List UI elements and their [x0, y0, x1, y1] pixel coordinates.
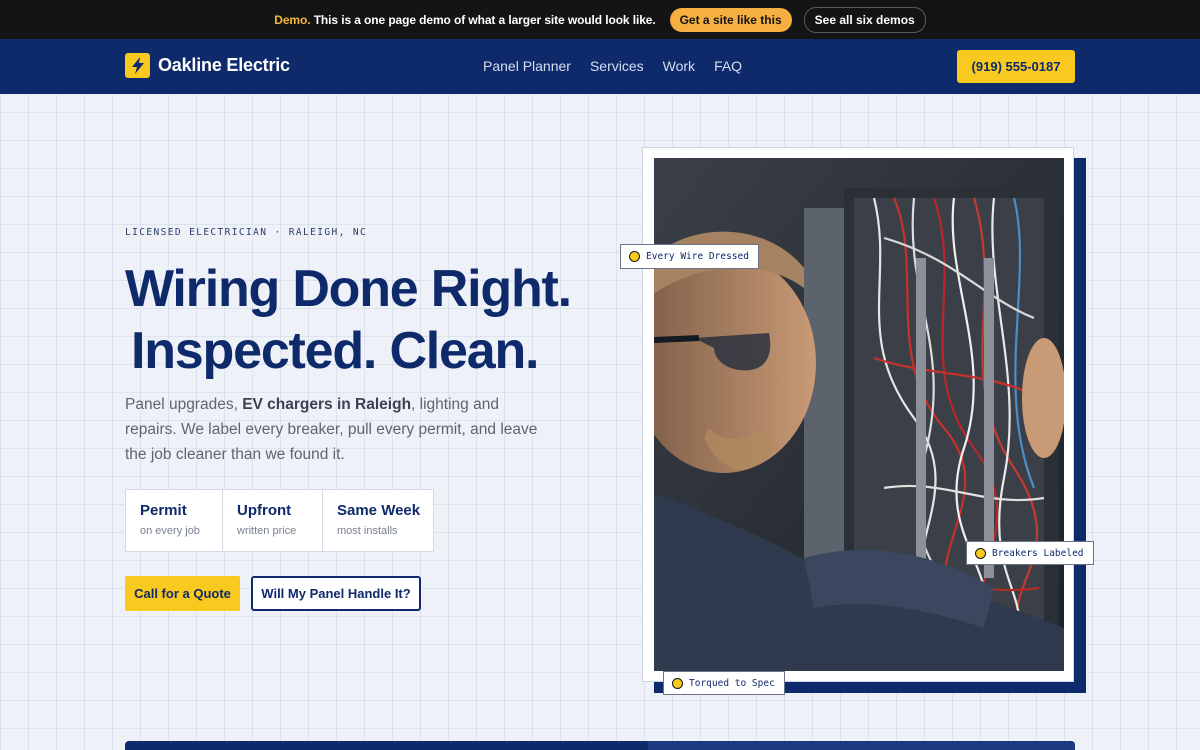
hero-photo-frame — [642, 147, 1074, 682]
demo-banner-text: Demo. This is a one page demo of what a … — [274, 12, 656, 27]
stat-same-week: Same Week most installs — [323, 490, 433, 551]
hero-stats: Permit on every job Upfront written pric… — [125, 489, 434, 552]
headline-line-2: Inspected. Clean. — [125, 320, 571, 382]
nav-link-faq[interactable]: FAQ — [714, 58, 742, 74]
headline-highlight-text: Inspected. — [131, 322, 377, 380]
call-for-quote-button[interactable]: Call for a Quote — [125, 576, 240, 611]
phone-button[interactable]: (919) 555-0187 — [957, 50, 1075, 83]
tag-label: Every Wire Dressed — [646, 251, 749, 262]
hero-eyebrow: LICENSED ELECTRICIAN · RALEIGH, NC — [125, 227, 368, 238]
dot-icon — [975, 547, 986, 559]
get-a-site-button[interactable]: Get a site like this — [669, 7, 792, 32]
next-section-strip — [125, 741, 1075, 750]
nav-link-services[interactable]: Services — [590, 58, 644, 74]
stat-title: Same Week — [337, 502, 421, 519]
electrician-photo — [654, 158, 1064, 671]
lede-text-1: Panel upgrades, — [125, 396, 243, 413]
nav-link-panel-planner[interactable]: Panel Planner — [483, 58, 571, 74]
dot-icon — [672, 677, 683, 689]
tag-label: Breakers Labeled — [992, 547, 1084, 559]
see-all-demos-button[interactable]: See all six demos — [803, 6, 926, 33]
dot-icon — [629, 251, 640, 262]
stat-title: Permit — [140, 502, 187, 519]
demo-banner: Demo. This is a one page demo of what a … — [0, 0, 1200, 39]
stat-upfront: Upfront written price — [223, 490, 323, 551]
tag-label: Torqued to Spec — [689, 677, 775, 689]
lede-bold: EV chargers in Raleigh — [242, 396, 412, 413]
nav-link-work[interactable]: Work — [663, 58, 695, 74]
next-section-strip-accent — [648, 741, 1075, 750]
panel-check-button[interactable]: Will My Panel Handle It? — [251, 576, 421, 611]
stat-permit: Permit on every job — [126, 490, 223, 551]
hero-description: Panel upgrades, EV chargers in Raleigh, … — [125, 392, 545, 467]
stat-subtitle: on every job — [140, 525, 200, 537]
headline-highlight: Inspected. — [125, 320, 377, 382]
tag-torqued-to-spec: Torqued to Spec — [663, 671, 785, 695]
nav-links: Panel Planner Services Work FAQ — [483, 58, 742, 74]
stat-subtitle: most installs — [337, 525, 398, 537]
brand-logo[interactable]: Oakline Electric — [125, 53, 290, 78]
stat-title: Upfront — [237, 502, 292, 519]
main-nav: Oakline Electric Panel Planner Services … — [0, 39, 1200, 94]
lightning-bolt-icon — [125, 53, 150, 78]
brand-name: Oakline Electric — [158, 55, 290, 75]
stat-subtitle: written price — [237, 525, 297, 537]
hero-headline: Wiring Done Right. Inspected. Clean. — [125, 258, 572, 382]
headline-end: Clean. — [389, 322, 539, 380]
headline-line-1: Wiring Done Right. — [125, 260, 572, 318]
tag-every-wire-dressed: Every Wire Dressed — [620, 244, 759, 269]
tag-breakers-labeled: Breakers Labeled — [966, 541, 1094, 565]
